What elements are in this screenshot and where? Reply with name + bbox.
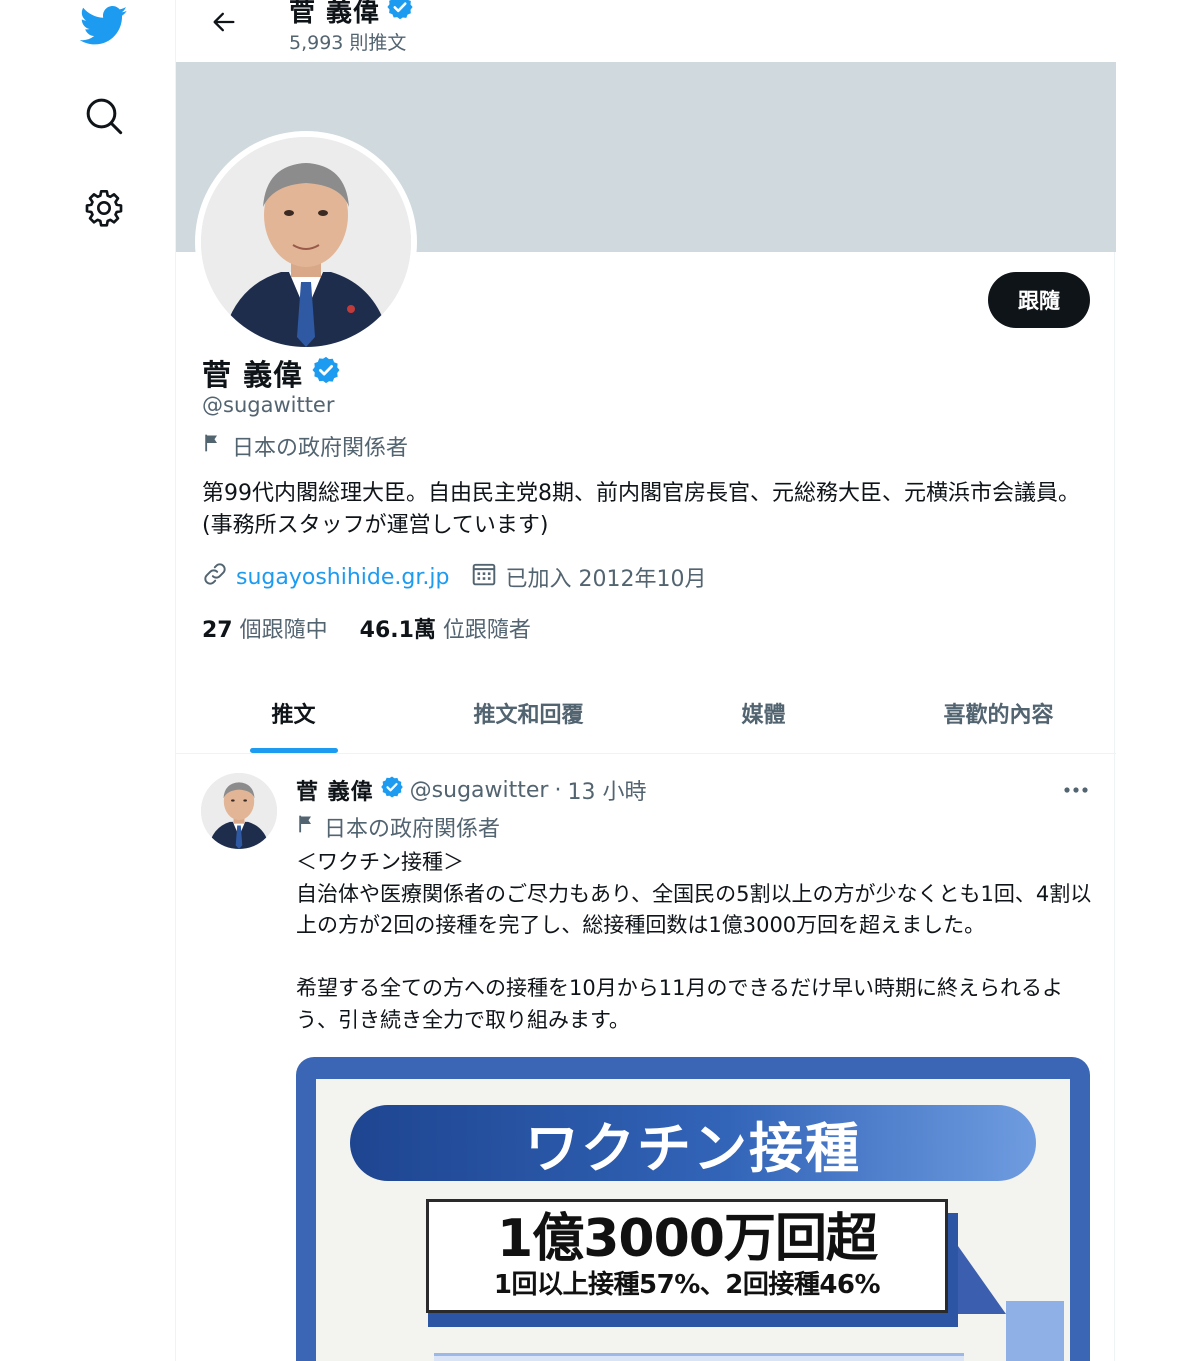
verified-badge-icon bbox=[311, 355, 341, 392]
profile-tabs: 推文 推文和回覆 媒體 喜歡的內容 bbox=[176, 672, 1116, 754]
tweet-timestamp[interactable]: 13 小時 bbox=[567, 774, 646, 806]
website-link[interactable]: sugayoshihide.gr.jp bbox=[236, 565, 449, 590]
tab-media[interactable]: 媒體 bbox=[646, 672, 881, 753]
tweet-header: 菅 義偉 @sugawitter · 13 小時 bbox=[296, 773, 646, 807]
flag-icon bbox=[296, 814, 316, 840]
verified-badge-icon bbox=[386, 0, 414, 28]
profile-name: 菅 義偉 bbox=[202, 352, 341, 394]
infographic-big-stat: 1億3000万回超 bbox=[497, 1209, 878, 1269]
tweet-line: 自治体や医療関係者のご尽力もあり、全国民の5割以上の方が少なくとも1回、4割以上… bbox=[296, 881, 1092, 938]
tweet-separator: · bbox=[554, 777, 562, 803]
tweet-affiliation-text: 日本の政府関係者 bbox=[324, 817, 501, 842]
back-arrow-icon[interactable] bbox=[204, 4, 244, 40]
tweet-affiliation: 日本の政府関係者 bbox=[296, 811, 500, 843]
header-name: 菅 義偉 bbox=[289, 0, 381, 28]
calendar-icon bbox=[471, 561, 497, 593]
stat-box: 1億3000万回超 1回以上接種57%、2回接種46% bbox=[426, 1199, 948, 1313]
tweet-line: ＜ワクチン接種＞ bbox=[296, 850, 464, 874]
tweet-author-handle[interactable]: @sugawitter bbox=[410, 778, 549, 803]
tweet-text: ＜ワクチン接種＞ 自治体や医療関係者のご尽力もあり、全国民の5割以上の方が少なく… bbox=[296, 847, 1096, 1036]
more-options-icon[interactable] bbox=[1060, 777, 1092, 803]
tab-tweets[interactable]: 推文 bbox=[176, 672, 411, 753]
link-icon bbox=[202, 561, 228, 593]
left-nav bbox=[0, 0, 175, 1361]
following-stat[interactable]: 27 個跟隨中 bbox=[202, 612, 328, 644]
joined-date: 已加入 2012年10月 bbox=[505, 567, 707, 592]
infographic: ワクチン接種 1億3000万回超 1回以上接種57%、2回接種46% bbox=[316, 1079, 1070, 1361]
following-label: 個跟隨中 bbox=[239, 618, 328, 643]
infographic-title: ワクチン接種 bbox=[350, 1105, 1036, 1181]
profile-stats: 27 個跟隨中 46.1萬 位跟隨者 bbox=[202, 612, 531, 644]
profile-name-text: 菅 義偉 bbox=[202, 358, 304, 392]
verified-badge-icon bbox=[380, 775, 404, 805]
follow-button[interactable]: 跟隨 bbox=[988, 272, 1090, 328]
tweet-avatar[interactable] bbox=[201, 773, 277, 849]
decorative-bar bbox=[434, 1353, 964, 1361]
tab-tweets-and-replies[interactable]: 推文和回覆 bbox=[411, 672, 646, 753]
profile-avatar[interactable] bbox=[195, 131, 417, 353]
gear-icon[interactable] bbox=[78, 182, 130, 234]
tweet-author-name[interactable]: 菅 義偉 bbox=[296, 774, 374, 806]
profile-column: 菅 義偉 5,993 則推文 跟隨 菅 義偉 @sugawitter 日本の政府… bbox=[175, 0, 1116, 1361]
profile-bio: 第99代内閣総理大臣。自由民主党8期、前内閣官房長官、元総務大臣、元横浜市会議員… bbox=[202, 481, 1080, 538]
search-icon[interactable] bbox=[78, 90, 130, 142]
profile-meta: sugayoshihide.gr.jp 已加入 2012年10月 bbox=[202, 560, 706, 594]
decorative-block bbox=[1006, 1301, 1064, 1361]
followers-label: 位跟隨者 bbox=[442, 618, 531, 643]
profile-handle: @sugawitter bbox=[202, 393, 335, 417]
tweet-image[interactable]: ワクチン接種 1億3000万回超 1回以上接種57%、2回接種46% bbox=[296, 1057, 1090, 1361]
infographic-sub-stat: 1回以上接種57%、2回接種46% bbox=[493, 1270, 881, 1300]
page-title: 菅 義偉 bbox=[289, 0, 414, 29]
tab-likes[interactable]: 喜歡的內容 bbox=[881, 672, 1116, 753]
twitter-logo-icon[interactable] bbox=[78, 0, 130, 52]
flag-icon bbox=[202, 433, 222, 459]
followers-stat[interactable]: 46.1萬 位跟隨者 bbox=[360, 612, 531, 644]
tweet-line: 希望する全ての方への接種を10月から11月のできるだけ早い時期に終えられるよう、… bbox=[296, 976, 1064, 1032]
following-count: 27 bbox=[202, 618, 233, 643]
tweet-item[interactable]: 菅 義偉 @sugawitter · 13 小時 日本の政府関係者 ＜ワクチン接… bbox=[176, 755, 1116, 1361]
affiliation-text: 日本の政府関係者 bbox=[232, 436, 409, 461]
followers-count: 46.1萬 bbox=[359, 618, 436, 643]
tweet-line bbox=[296, 942, 1096, 974]
affiliation-label: 日本の政府関係者 bbox=[202, 430, 408, 462]
tweet-count: 5,993 則推文 bbox=[289, 32, 407, 54]
profile-header: 菅 義偉 5,993 則推文 bbox=[176, 0, 1116, 62]
